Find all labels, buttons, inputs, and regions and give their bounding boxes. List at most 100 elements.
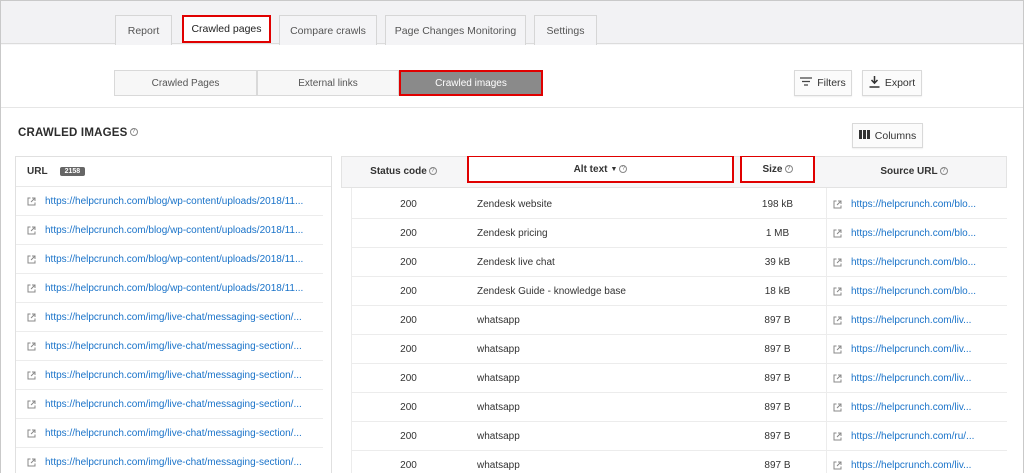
external-link-icon[interactable] — [833, 403, 842, 412]
alt-text-cell: Zendesk website — [477, 198, 553, 210]
subtab-crawled-images[interactable]: Crawled images — [399, 70, 543, 96]
external-link-icon[interactable] — [833, 287, 842, 296]
table-row: 200 whatsapp 897 B https://helpcrunch.com/l… — [351, 364, 1007, 393]
source-url-cell[interactable]: https://helpcrunch.com/liv... — [833, 364, 1003, 392]
external-link-icon[interactable] — [833, 229, 842, 238]
url-link[interactable]: https://helpcrunch.com/img/live-chat/mes… — [45, 341, 302, 352]
source-url-link[interactable]: https://helpcrunch.com/blo... — [851, 257, 976, 268]
size-cell: 897 B — [764, 372, 791, 384]
source-url-cell[interactable]: https://helpcrunch.com/blo... — [833, 248, 1003, 276]
url-link[interactable]: https://helpcrunch.com/img/live-chat/mes… — [45, 312, 302, 323]
help-icon[interactable]: ? — [939, 167, 948, 175]
url-list-item[interactable]: https://helpcrunch.com/blog/wp-content/u… — [16, 187, 323, 216]
source-url-link[interactable]: https://helpcrunch.com/liv... — [851, 373, 971, 384]
url-link[interactable]: https://helpcrunch.com/blog/wp-content/u… — [45, 254, 303, 265]
tab-settings[interactable]: Settings — [534, 15, 597, 45]
url-list-item[interactable]: https://helpcrunch.com/blog/wp-content/u… — [16, 245, 323, 274]
url-list-item[interactable]: https://helpcrunch.com/img/live-chat/mes… — [16, 361, 323, 390]
source-url-link[interactable]: https://helpcrunch.com/blo... — [851, 199, 976, 210]
size-cell: 18 kB — [764, 285, 791, 297]
url-list-item[interactable]: https://helpcrunch.com/img/live-chat/mes… — [16, 419, 323, 448]
subtab-crawled-pages[interactable]: Crawled Pages — [114, 70, 257, 96]
size-cell: 897 B — [764, 459, 791, 471]
column-header-size[interactable]: Size? — [740, 156, 815, 183]
subtab-external-links[interactable]: External links — [257, 70, 399, 96]
url-link[interactable]: https://helpcrunch.com/img/live-chat/mes… — [45, 399, 302, 410]
source-url-link[interactable]: https://helpcrunch.com/liv... — [851, 460, 971, 471]
alt-text-cell: whatsapp — [477, 372, 520, 384]
source-url-cell[interactable]: https://helpcrunch.com/blo... — [833, 219, 1003, 247]
url-link[interactable]: https://helpcrunch.com/img/live-chat/mes… — [45, 428, 302, 439]
external-link-icon[interactable] — [27, 342, 36, 351]
source-url-link[interactable]: https://helpcrunch.com/ru/... — [851, 431, 974, 442]
status-code-cell: 200 — [400, 372, 417, 384]
external-link-icon[interactable] — [833, 345, 842, 354]
url-panel: URL 2158 https://helpcrunch.com/blog/wp-… — [15, 156, 332, 473]
source-url-link[interactable]: https://helpcrunch.com/blo... — [851, 228, 976, 239]
external-link-icon[interactable] — [833, 258, 842, 267]
url-link[interactable]: https://helpcrunch.com/blog/wp-content/u… — [45, 225, 303, 236]
source-url-cell[interactable]: https://helpcrunch.com/blo... — [833, 277, 1003, 305]
column-header-alt-text[interactable]: Alt text ▼? — [467, 156, 734, 183]
url-link[interactable]: https://helpcrunch.com/blog/wp-content/u… — [45, 196, 303, 207]
source-url-cell[interactable]: https://helpcrunch.com/ru/... — [833, 422, 1003, 450]
help-icon[interactable]: ? — [428, 167, 437, 175]
column-header-status-code[interactable]: Status code? — [341, 156, 466, 186]
status-code-cell: 200 — [400, 459, 417, 471]
external-link-icon[interactable] — [27, 226, 36, 235]
external-link-icon[interactable] — [833, 316, 842, 325]
url-link[interactable]: https://helpcrunch.com/img/live-chat/mes… — [45, 457, 302, 468]
external-link-icon[interactable] — [27, 400, 36, 409]
filters-button[interactable]: Filters — [794, 70, 852, 96]
source-url-cell[interactable]: https://helpcrunch.com/liv... — [833, 335, 1003, 363]
section-title-text: CRAWLED IMAGES — [18, 127, 128, 139]
source-url-link[interactable]: https://helpcrunch.com/liv... — [851, 402, 971, 413]
table-row: 200 Zendesk live chat 39 kB https://helpcru… — [351, 248, 1007, 277]
external-link-icon[interactable] — [27, 458, 36, 467]
help-icon[interactable]: ? — [619, 165, 628, 173]
top-tab-bar: Report Crawled pages Compare crawls Page… — [1, 1, 1023, 45]
size-header-label: Size — [762, 163, 783, 175]
external-link-icon[interactable] — [833, 461, 842, 470]
help-icon[interactable]: ? — [129, 128, 138, 136]
tab-report[interactable]: Report — [115, 15, 172, 45]
source-url-cell[interactable]: https://helpcrunch.com/liv... — [833, 451, 1003, 473]
help-icon[interactable]: ? — [784, 165, 793, 173]
external-link-icon[interactable] — [27, 313, 36, 322]
source-url-cell[interactable]: https://helpcrunch.com/liv... — [833, 393, 1003, 421]
columns-button[interactable]: Columns — [852, 123, 923, 148]
source-url-link[interactable]: https://helpcrunch.com/liv... — [851, 315, 971, 326]
source-url-cell[interactable]: https://helpcrunch.com/liv... — [833, 306, 1003, 334]
url-link[interactable]: https://helpcrunch.com/blog/wp-content/u… — [45, 283, 303, 294]
external-link-icon[interactable] — [833, 432, 842, 441]
external-link-icon[interactable] — [27, 197, 36, 206]
url-list-item[interactable]: https://helpcrunch.com/blog/wp-content/u… — [16, 216, 323, 245]
url-list-item[interactable]: https://helpcrunch.com/img/live-chat/mes… — [16, 390, 323, 419]
url-list-item[interactable]: https://helpcrunch.com/blog/wp-content/u… — [16, 274, 323, 303]
url-list-item[interactable]: https://helpcrunch.com/img/live-chat/mes… — [16, 303, 323, 332]
tab-page-changes-monitoring[interactable]: Page Changes Monitoring — [385, 15, 526, 45]
source-url-link[interactable]: https://helpcrunch.com/liv... — [851, 344, 971, 355]
external-link-icon[interactable] — [27, 284, 36, 293]
table-row: 200 whatsapp 897 B https://helpcrunch.com/l… — [351, 335, 1007, 364]
external-link-icon[interactable] — [27, 255, 36, 264]
status-code-cell: 200 — [400, 227, 417, 239]
alt-text-cell: whatsapp — [477, 459, 520, 471]
status-code-cell: 200 — [400, 430, 417, 442]
tab-crawled-pages[interactable]: Crawled pages — [182, 15, 271, 43]
source-url-cell[interactable]: https://helpcrunch.com/blo... — [833, 190, 1003, 218]
url-panel-header: URL 2158 — [16, 157, 331, 187]
source-url-link[interactable]: https://helpcrunch.com/blo... — [851, 286, 976, 297]
external-link-icon[interactable] — [27, 371, 36, 380]
url-link[interactable]: https://helpcrunch.com/img/live-chat/mes… — [45, 370, 302, 381]
external-link-icon[interactable] — [833, 200, 842, 209]
tab-compare-crawls[interactable]: Compare crawls — [279, 15, 377, 45]
url-list-item[interactable]: https://helpcrunch.com/img/live-chat/mes… — [16, 448, 323, 473]
url-list-item[interactable]: https://helpcrunch.com/img/live-chat/mes… — [16, 332, 323, 361]
filter-icon — [800, 77, 813, 89]
url-header-label: URL — [27, 166, 48, 177]
external-link-icon[interactable] — [833, 374, 842, 383]
export-button[interactable]: Export — [862, 70, 922, 96]
external-link-icon[interactable] — [27, 429, 36, 438]
column-header-source-url[interactable]: Source URL? — [821, 156, 1007, 186]
